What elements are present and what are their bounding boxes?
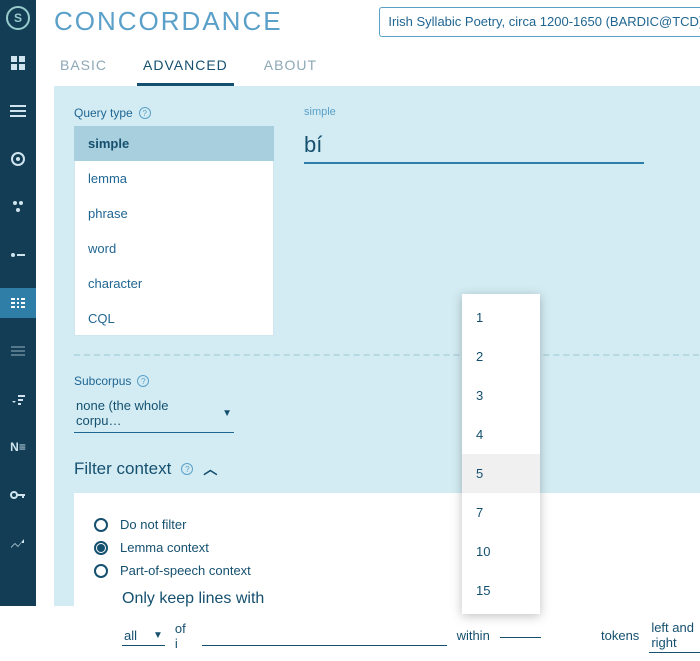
direction-dropdown[interactable]: left and right▼ xyxy=(649,618,700,653)
nav-concordance-icon[interactable] xyxy=(0,288,36,318)
query-mode-label: simple xyxy=(304,106,700,118)
tokens-opt[interactable]: 3 xyxy=(462,376,540,415)
nav-trend-icon[interactable] xyxy=(0,528,36,558)
tokens-opt[interactable]: 2 xyxy=(462,337,540,376)
chevron-down-icon: ▼ xyxy=(153,630,163,641)
radio-icon xyxy=(94,564,108,578)
filter-context-box: Do not filter Lemma context Part-of-spee… xyxy=(74,493,700,661)
radio-icon xyxy=(94,541,108,555)
nav-target-icon[interactable] xyxy=(0,144,36,174)
nav-ne-icon[interactable]: N≡ xyxy=(0,432,36,462)
nav-keys-icon[interactable] xyxy=(0,480,36,510)
nav-dashboard-icon[interactable] xyxy=(0,48,36,78)
subcorpus-label: Subcorpus? xyxy=(74,374,700,388)
tokens-opt[interactable]: 10 xyxy=(462,532,540,571)
tokens-opt[interactable]: 7 xyxy=(462,493,540,532)
tokens-count-popup: 1 2 3 4 5 7 10 15 xyxy=(462,294,540,614)
tab-bar: BASIC ADVANCED ABOUT xyxy=(54,51,700,86)
tokens-opt[interactable]: 5 xyxy=(462,454,540,493)
help-icon[interactable]: ? xyxy=(181,463,193,475)
app-logo[interactable]: S xyxy=(6,6,30,30)
corpus-input[interactable] xyxy=(388,14,700,29)
nav-list-icon[interactable] xyxy=(0,96,36,126)
help-icon[interactable]: ? xyxy=(137,375,149,387)
query-input[interactable] xyxy=(304,128,644,164)
lemmas-input[interactable] xyxy=(202,626,447,646)
radio-icon xyxy=(94,518,108,532)
query-type-list: simple lemma phrase word character CQL xyxy=(74,126,274,336)
radio-lemma-context[interactable]: Lemma context xyxy=(94,540,700,555)
filter-context-toggle[interactable]: Filter context ? ︿ xyxy=(74,459,700,479)
nav-disabled1-icon xyxy=(0,336,36,366)
keep-lines-label: Only keep lines with xyxy=(122,590,700,608)
left-nav: S N≡ xyxy=(0,0,36,606)
nav-sort-icon[interactable] xyxy=(0,384,36,414)
within-label: within xyxy=(457,628,490,643)
allany-dropdown[interactable]: all▼ xyxy=(122,626,165,646)
page-title: CONCORDANCE xyxy=(54,6,283,37)
corpus-selector[interactable] xyxy=(379,7,700,37)
help-icon[interactable]: ? xyxy=(139,107,151,119)
qtype-lemma[interactable]: lemma xyxy=(74,161,274,196)
of-label: of i xyxy=(175,621,192,651)
qtype-cql[interactable]: CQL xyxy=(74,301,274,336)
qtype-word[interactable]: word xyxy=(74,231,274,266)
tokens-opt[interactable]: 1 xyxy=(462,298,540,337)
chevron-down-icon: ▼ xyxy=(222,408,232,419)
advanced-panel: Query type? simple lemma phrase word cha… xyxy=(54,86,700,606)
qtype-simple[interactable]: simple xyxy=(74,126,274,161)
tab-advanced[interactable]: ADVANCED xyxy=(137,51,234,86)
chevron-up-icon: ︿ xyxy=(203,459,217,479)
query-type-label: Query type? xyxy=(74,106,274,120)
subcorpus-dropdown[interactable]: none (the whole corpu…▼ xyxy=(74,394,234,433)
radio-pos-context[interactable]: Part-of-speech context xyxy=(94,563,700,578)
tab-about[interactable]: ABOUT xyxy=(258,51,323,86)
nav-dots-icon[interactable] xyxy=(0,240,36,270)
qtype-character[interactable]: character xyxy=(74,266,274,301)
qtype-phrase[interactable]: phrase xyxy=(74,196,274,231)
tab-basic[interactable]: BASIC xyxy=(54,51,113,86)
tokens-opt[interactable]: 15 xyxy=(462,571,540,610)
nav-ngram-icon[interactable] xyxy=(0,192,36,222)
tokens-opt[interactable]: 4 xyxy=(462,415,540,454)
tokens-label: tokens xyxy=(601,628,639,643)
radio-do-not-filter[interactable]: Do not filter xyxy=(94,517,700,532)
tokens-count-dropdown[interactable] xyxy=(500,633,541,638)
